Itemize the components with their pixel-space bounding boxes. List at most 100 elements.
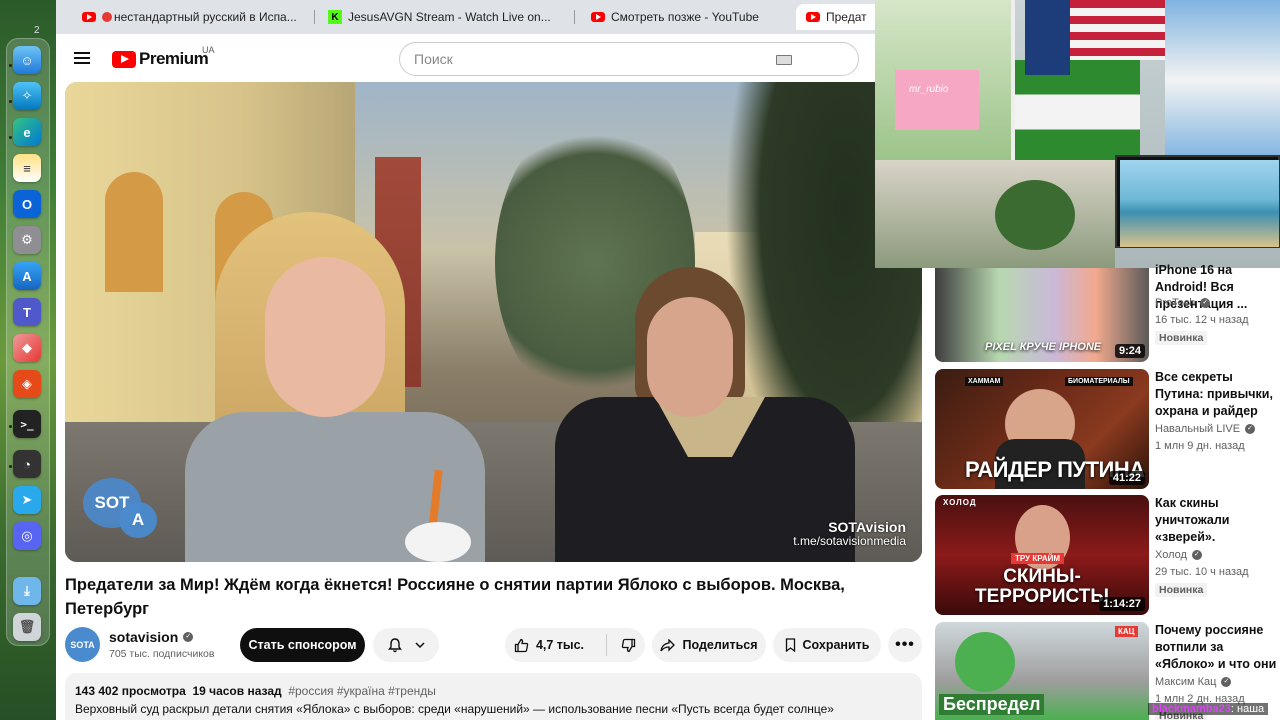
keyboard-icon[interactable] xyxy=(776,55,792,65)
running-indicator-dot xyxy=(9,465,12,468)
running-indicator-dot xyxy=(9,136,12,139)
video-frame-arch xyxy=(105,172,163,292)
package-icon[interactable]: ◆ xyxy=(13,334,41,362)
recommendation-meta: 16 тыс. 12 ч назад xyxy=(1155,314,1249,326)
youtube-favicon-icon xyxy=(806,12,820,22)
browser-tab-2[interactable]: K JesusAVGN Stream - Watch Live on... xyxy=(318,4,568,30)
finder-icon[interactable]: ☺ xyxy=(13,46,41,74)
browser-tab-1[interactable]: нестандартный русский в Испа... xyxy=(72,4,307,30)
search-placeholder: Поиск xyxy=(414,51,453,67)
recommendation-thumbnail[interactable]: ХАММАМ БИОМАТЕРИАЛЫ РАЙДЕР ПУТИНА 41:22 xyxy=(935,369,1149,489)
duration-badge: 9:24 xyxy=(1114,344,1145,358)
bell-icon xyxy=(387,637,402,652)
flag-canton xyxy=(1025,0,1070,75)
youtube-play-icon xyxy=(112,50,136,68)
share-icon xyxy=(660,638,676,652)
webcam-overlay: mr_rubio xyxy=(875,0,1280,268)
edge-icon[interactable]: e xyxy=(13,118,41,146)
description-box[interactable]: 143 402 просмотра 19 часов назад #россия… xyxy=(65,673,922,720)
recommendation-title: Как скины уничтожали «зверей». Черкизон.… xyxy=(1155,496,1230,544)
video-frame-person xyxy=(185,212,485,562)
youtube-logo[interactable]: Premium xyxy=(112,49,209,69)
recommendation-channel: Навальный LIVE ✓ xyxy=(1155,423,1256,435)
macos-dock: 2 ☺ ✧ e ≡ O ⚙ A T ◆ ◈ >_ ◔ ➤ ◎ ⤓ 🗑 xyxy=(0,0,56,720)
video-frame-cup xyxy=(405,522,471,562)
notes-icon[interactable]: ≡ xyxy=(13,154,41,182)
recommendation-item[interactable]: ХОЛОД ТРУ КРАЙМ СКИНЫ- ТЕРРОРИСТЫ 1:14:2… xyxy=(935,495,1280,615)
recommendation-meta: 1 млн 9 дн. назад xyxy=(1155,440,1245,452)
live-dot-icon xyxy=(102,12,112,22)
stream-chat-message: blackmamba23: наша xyxy=(1148,703,1269,715)
app-store-icon[interactable]: A xyxy=(13,262,41,290)
discord-icon[interactable]: ◎ xyxy=(13,522,41,550)
outlook-icon[interactable]: O xyxy=(13,190,41,218)
hashtags[interactable]: #россия #україна #тренды xyxy=(288,684,436,698)
new-badge: Новинка xyxy=(1155,583,1208,597)
telegram-icon[interactable]: ➤ xyxy=(13,486,41,514)
webcam-tv xyxy=(1115,155,1280,248)
channel-name[interactable]: sotavision ✓ xyxy=(109,629,194,645)
recommendation-title: Все секреты Путина: привычки, охрана и р… xyxy=(1155,370,1273,418)
logo-text: Premium xyxy=(139,49,209,68)
recommendation-meta: 29 тыс. 10 ч назад xyxy=(1155,566,1249,578)
trash-icon[interactable]: 🗑 xyxy=(13,613,41,641)
dislike-button[interactable] xyxy=(607,638,636,653)
like-button[interactable]: 4,7 тыс. xyxy=(514,634,608,656)
notifications-button[interactable] xyxy=(373,628,439,662)
anydesk-icon[interactable]: ◈ xyxy=(13,370,41,398)
video-frame-person xyxy=(535,267,865,562)
verified-icon: ✓ xyxy=(183,632,194,642)
verified-icon: ✓ xyxy=(1221,677,1232,687)
recommendation-channel: Холод ✓ xyxy=(1155,549,1202,561)
recommendation-thumbnail[interactable]: PIXEL КРУЧЕ IPHONE 9:24 xyxy=(935,268,1149,362)
like-count: 4,7 тыс. xyxy=(535,638,585,652)
settings-icon[interactable]: ⚙ xyxy=(13,226,41,254)
desktop-badge: 2 xyxy=(34,25,40,36)
duration-badge: 41:22 xyxy=(1108,471,1145,485)
bookmark-icon xyxy=(785,638,795,652)
tab-title: Смотреть позже - YouTube xyxy=(611,10,759,24)
thumbs-up-icon xyxy=(514,638,529,652)
safari-icon[interactable]: ✧ xyxy=(13,82,41,110)
browser-tab-bar: нестандартный русский в Испа... K JesusA… xyxy=(56,0,876,34)
menu-icon[interactable] xyxy=(74,52,90,64)
recommendation-thumbnail[interactable]: КАЦ Беспредел xyxy=(935,622,1149,720)
description-text: Верховный суд раскрыл детали снятия «Ябл… xyxy=(75,702,834,716)
watermark-name: SOTAvision xyxy=(828,519,906,535)
neon-sign-text: mr_rubio xyxy=(909,84,949,95)
browser-tab-active[interactable]: Предат xyxy=(796,4,876,30)
verified-icon: ✓ xyxy=(1200,298,1211,308)
channel-avatar[interactable]: SOTA xyxy=(65,627,100,662)
upload-age: 19 часов назад xyxy=(192,684,282,698)
recommendation-channel: Максим Кац ✓ xyxy=(1155,676,1232,688)
more-icon: ••• xyxy=(895,636,915,653)
downloads-folder-icon[interactable]: ⤓ xyxy=(13,577,41,605)
tab-title: JesusAVGN Stream - Watch Live on... xyxy=(348,10,551,24)
neon-sign-box xyxy=(895,70,979,130)
video-player[interactable]: SOT A SOTAvision t.me/sotavisionmedia xyxy=(65,82,922,562)
tab-separator xyxy=(314,10,315,24)
verified-icon: ✓ xyxy=(1245,424,1256,434)
save-button[interactable]: Сохранить xyxy=(773,628,881,662)
chat-username: blackmamba23 xyxy=(1152,703,1231,715)
new-badge: Новинка xyxy=(1155,331,1208,345)
verified-icon: ✓ xyxy=(1191,550,1202,560)
video-title: Предатели за Мир! Ждём когда ёкнется! Ро… xyxy=(65,576,845,618)
subscriber-count: 705 тыс. подписчиков xyxy=(109,648,215,660)
recommendation-item[interactable]: PIXEL КРУЧЕ IPHONE 9:24 iPhone 16 на And… xyxy=(935,242,1280,362)
teams-icon[interactable]: T xyxy=(13,298,41,326)
recommendation-thumbnail[interactable]: ХОЛОД ТРУ КРАЙМ СКИНЫ- ТЕРРОРИСТЫ 1:14:2… xyxy=(935,495,1149,615)
more-actions-button[interactable]: ••• xyxy=(888,628,922,662)
activity-monitor-icon[interactable]: ◔ xyxy=(13,450,41,478)
terminal-icon[interactable]: >_ xyxy=(13,410,41,438)
screen: 2 ☺ ✧ e ≡ O ⚙ A T ◆ ◈ >_ ◔ ➤ ◎ ⤓ 🗑 неста… xyxy=(0,0,1280,720)
tab-title: Предат xyxy=(826,10,867,24)
sponsor-button[interactable]: Стать спонсором xyxy=(240,628,365,662)
view-count: 143 402 просмотра xyxy=(75,684,186,698)
region-code: UA xyxy=(202,45,215,55)
share-button[interactable]: Поделиться xyxy=(652,628,766,662)
browser-tab-3[interactable]: Смотреть позже - YouTube xyxy=(581,4,791,30)
recommendation-item[interactable]: ХАММАМ БИОМАТЕРИАЛЫ РАЙДЕР ПУТИНА 41:22 … xyxy=(935,369,1280,489)
recommendation-title: Почему россияне вотпили за «Яблоко» и чт… xyxy=(1155,623,1277,671)
description-meta: 143 402 просмотра 19 часов назад #россия… xyxy=(75,684,436,698)
